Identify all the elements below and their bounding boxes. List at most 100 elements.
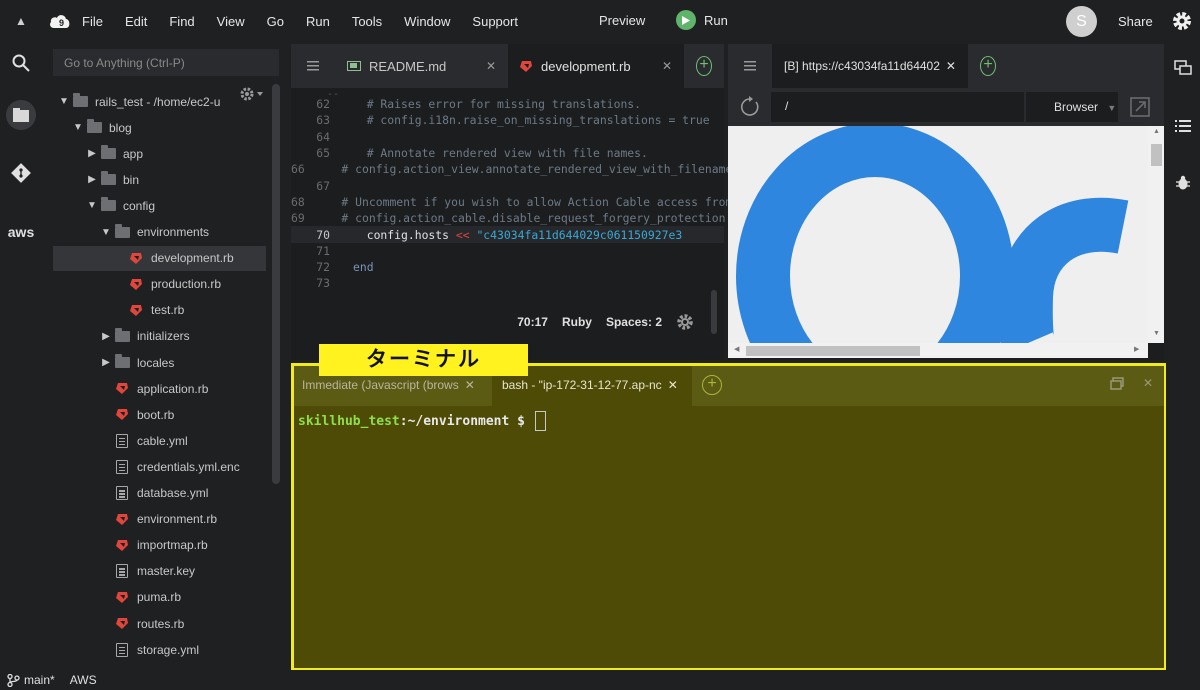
code-line[interactable]: 69 # config.action_cable.disable_request…: [291, 210, 773, 226]
tree-folder[interactable]: ▶ locales: [53, 350, 266, 375]
code-line[interactable]: 63 # config.i18n.raise_on_missing_transl…: [291, 112, 724, 128]
run-button[interactable]: Run: [676, 10, 728, 30]
chevron-down-icon[interactable]: ▼: [99, 227, 113, 238]
files-icon[interactable]: [0, 100, 42, 130]
code-line[interactable]: 70 config.hosts << "c43034fa11d644029c06…: [291, 226, 724, 243]
tree-file[interactable]: production.rb: [53, 272, 266, 297]
menu-item-window[interactable]: Window: [404, 14, 450, 29]
close-icon[interactable]: ✕: [668, 378, 678, 392]
code-line[interactable]: 62 # Raises error for missing translatio…: [291, 96, 724, 112]
tree-file[interactable]: routes.rb: [53, 611, 266, 636]
share-button[interactable]: Share: [1118, 14, 1153, 29]
outline-icon[interactable]: [1175, 119, 1191, 136]
chevron-right-icon[interactable]: ▶: [99, 331, 113, 342]
tree-file[interactable]: credentials.yml.enc: [53, 454, 266, 479]
tree-file[interactable]: boot.rb: [53, 402, 266, 427]
menu-item-go[interactable]: Go: [267, 14, 284, 29]
tree-file[interactable]: master.key: [53, 559, 266, 584]
browser-vertical-scrollbar[interactable]: ▲ ▼: [1148, 126, 1164, 343]
browser-horizontal-scrollbar[interactable]: ◀ ▶: [728, 343, 1148, 358]
settings-gear-icon[interactable]: [1170, 9, 1194, 36]
editor-settings-gear-icon[interactable]: [676, 313, 694, 331]
tree-file[interactable]: importmap.rb: [53, 533, 266, 558]
terminal-prompt[interactable]: skillhub_test:~/environment $: [298, 411, 546, 431]
close-icon[interactable]: ✕: [946, 59, 956, 73]
user-avatar[interactable]: S: [1066, 6, 1097, 37]
code-line[interactable]: 64: [291, 129, 724, 145]
editor-scrollbar[interactable]: [711, 290, 717, 334]
indent-setting[interactable]: Spaces: 2: [606, 315, 662, 329]
search-icon[interactable]: [0, 54, 42, 72]
menu-item-file[interactable]: File: [82, 14, 103, 29]
new-tab-button[interactable]: +: [968, 44, 1008, 88]
close-icon[interactable]: ✕: [486, 59, 496, 73]
tree-file[interactable]: puma.rb: [53, 585, 266, 610]
tree-folder[interactable]: ▼ config: [53, 193, 266, 218]
goto-anything-input[interactable]: Go to Anything (Ctrl-P): [53, 49, 279, 76]
tree-file[interactable]: cable.yml: [53, 428, 266, 453]
tree-file[interactable]: database.yml: [53, 481, 266, 506]
cloud9-logo-icon[interactable]: 9: [42, 13, 78, 29]
browser-viewport[interactable]: [728, 126, 1148, 343]
tree-file[interactable]: storage.yml: [53, 637, 266, 662]
code-line[interactable]: 68 # Uncomment if you wish to allow Acti…: [291, 194, 815, 210]
tab-development-rb[interactable]: development.rb ✕: [508, 44, 684, 88]
tree-folder[interactable]: ▶ bin: [53, 167, 266, 192]
cursor-position[interactable]: 70:17: [517, 315, 548, 329]
chevron-down-icon[interactable]: ▼: [71, 122, 85, 133]
code-line[interactable]: 71: [291, 243, 724, 259]
tree-folder[interactable]: ▶ app: [53, 141, 266, 166]
tree-file[interactable]: development.rb: [53, 245, 266, 271]
git-icon[interactable]: [0, 162, 42, 184]
tree-folder[interactable]: ▼ blog: [53, 115, 266, 140]
editor-menu-icon[interactable]: [291, 44, 335, 88]
aws-status[interactable]: AWS: [70, 673, 97, 687]
code-line[interactable]: 66 # config.action_view.annotate_rendere…: [291, 161, 787, 177]
debugger-bug-icon[interactable]: [1175, 175, 1191, 194]
scroll-left-icon[interactable]: ◀: [734, 345, 739, 353]
close-icon[interactable]: ✕: [662, 59, 672, 73]
close-icon[interactable]: ✕: [465, 378, 475, 392]
scroll-thumb[interactable]: [746, 346, 920, 356]
maximize-icon[interactable]: [1110, 377, 1124, 394]
close-pane-icon[interactable]: ✕: [1143, 376, 1153, 390]
tab-readme[interactable]: README.md ✕: [335, 44, 508, 88]
refresh-icon[interactable]: [739, 96, 761, 121]
scroll-thumb[interactable]: [1151, 144, 1162, 166]
chevron-right-icon[interactable]: ▶: [85, 148, 99, 159]
tree-scrollbar[interactable]: [272, 84, 280, 484]
aws-icon[interactable]: aws: [0, 224, 42, 240]
scroll-down-icon[interactable]: ▼: [1153, 330, 1160, 337]
collapse-menu-icon[interactable]: ▲: [0, 14, 42, 28]
scroll-up-icon[interactable]: ▲: [1153, 128, 1160, 135]
popout-icon[interactable]: [1130, 97, 1150, 120]
menu-item-find[interactable]: Find: [169, 14, 194, 29]
menu-item-view[interactable]: View: [217, 14, 245, 29]
browser-menu-icon[interactable]: [728, 44, 772, 88]
menu-item-run[interactable]: Run: [306, 14, 330, 29]
chevron-down-icon[interactable]: ▼: [85, 200, 99, 211]
tree-file[interactable]: test.rb: [53, 298, 266, 323]
browser-mode-select[interactable]: Browser ▼: [1026, 92, 1118, 122]
browser-url-input[interactable]: /: [771, 92, 1024, 122]
chevron-right-icon[interactable]: ▶: [99, 357, 113, 368]
menu-item-support[interactable]: Support: [472, 14, 518, 29]
new-tab-button[interactable]: +: [684, 44, 724, 88]
code-line[interactable]: 65 # Annotate rendered view with file na…: [291, 145, 724, 161]
language-mode[interactable]: Ruby: [562, 315, 592, 329]
chevron-down-icon[interactable]: ▼: [57, 96, 71, 107]
code-area[interactable]: 62 # Raises error for missing translatio…: [291, 96, 815, 292]
tree-file[interactable]: application.rb: [53, 376, 266, 401]
code-line[interactable]: 72 end: [291, 259, 724, 275]
preview-button[interactable]: Preview: [599, 13, 645, 28]
tree-folder[interactable]: ▼ environments: [53, 220, 266, 245]
menu-item-tools[interactable]: Tools: [352, 14, 382, 29]
menu-item-edit[interactable]: Edit: [125, 14, 147, 29]
collaborate-icon[interactable]: [1174, 60, 1192, 79]
scroll-right-icon[interactable]: ▶: [1134, 345, 1139, 353]
chevron-right-icon[interactable]: ▶: [85, 174, 99, 185]
new-terminal-button[interactable]: +: [692, 364, 732, 406]
tree-file[interactable]: environment.rb: [53, 507, 266, 532]
tree-folder[interactable]: ▶ initializers: [53, 324, 266, 349]
tree-folder[interactable]: ▼ rails_test - /home/ec2-u: [53, 89, 266, 114]
